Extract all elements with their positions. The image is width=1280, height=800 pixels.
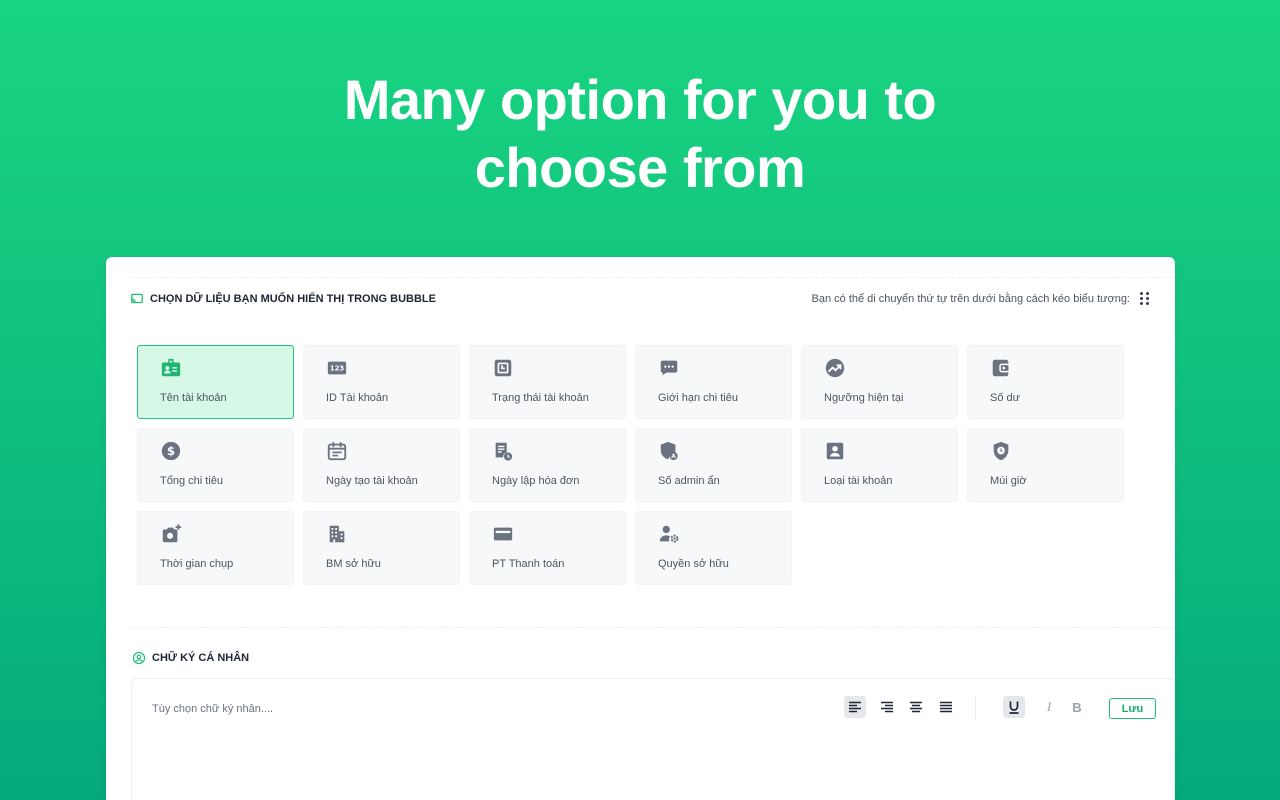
user-circle-icon <box>132 651 146 665</box>
align-left-icon <box>849 701 861 713</box>
screen-cast-icon <box>131 293 143 304</box>
field-card-spending-limit[interactable]: Giới hạn chi tiêu <box>635 345 792 419</box>
field-card-label: BM sở hữu <box>326 558 381 570</box>
number-123-icon: 123 <box>326 357 348 379</box>
field-card-account-type[interactable]: Loại tài khoản <box>801 428 958 502</box>
drag-handle-icon[interactable] <box>1140 292 1149 305</box>
align-center-button[interactable] <box>905 696 927 718</box>
field-card-label: Quyền sở hữu <box>658 558 729 570</box>
divider <box>130 277 1175 278</box>
section-data-display-header: CHỌN DỮ LIỆU BẠN MUỐN HIỂN THỊ TRONG BUB… <box>130 292 436 306</box>
shield-user-icon <box>658 440 680 462</box>
field-card-label: ID Tài khoản <box>326 392 389 404</box>
calendar-icon <box>326 440 348 462</box>
invoice-clock-icon <box>492 440 514 462</box>
section-signature-header: CHỮ KÝ CÁ NHÂN <box>132 651 249 665</box>
chat-dots-icon <box>658 357 680 379</box>
section-data-display-title: CHỌN DỮ LIỆU BẠN MUỐN HIỂN THỊ TRONG BUB… <box>150 293 436 305</box>
align-right-icon <box>881 701 893 713</box>
field-card-created-date[interactable]: Ngày tạo tài khoản <box>303 428 460 502</box>
bold-button[interactable]: B <box>1066 696 1088 718</box>
field-card-total-spend[interactable]: $ Tổng chi tiêu <box>137 428 294 502</box>
section-signature-title: CHỮ KÝ CÁ NHÂN <box>152 652 250 664</box>
field-card-label: PT Thanh toán <box>492 558 565 570</box>
status-square-icon <box>492 357 514 379</box>
field-card-label: Múi giờ <box>990 475 1027 487</box>
underline-icon <box>1009 701 1019 714</box>
align-left-button[interactable] <box>844 696 866 718</box>
field-card-balance[interactable]: Số dư <box>967 345 1124 419</box>
drag-hint: Bạn có thể di chuyển thứ tự trên dưới bằ… <box>812 292 1149 305</box>
field-card-ownership[interactable]: Quyền sở hữu <box>635 511 792 585</box>
divider <box>130 627 1175 628</box>
field-card-account-name[interactable]: Tên tài khoản <box>137 345 294 419</box>
building-icon <box>326 523 348 545</box>
field-card-timezone[interactable]: Múi giờ <box>967 428 1124 502</box>
svg-text:$: $ <box>167 444 175 458</box>
field-card-current-threshold[interactable]: Ngưỡng hiện tại <box>801 345 958 419</box>
italic-button[interactable]: I <box>1038 696 1060 718</box>
shield-clock-icon <box>990 440 1012 462</box>
field-card-payment-method[interactable]: PT Thanh toán <box>469 511 626 585</box>
hero-line-2: choose from <box>474 136 806 199</box>
field-card-label: Số dư <box>990 392 1020 404</box>
field-card-label: Loại tài khoản <box>824 475 893 487</box>
field-card-hidden-admins[interactable]: Số admin ẩn <box>635 428 792 502</box>
data-field-grid: Tên tài khoản 123 ID Tài khoản Trạng thá… <box>137 345 1124 585</box>
field-card-label: Tên tài khoản <box>160 392 227 404</box>
field-card-label: Ngưỡng hiện tại <box>824 392 904 404</box>
bold-icon: B <box>1072 699 1082 715</box>
italic-icon: I <box>1046 699 1052 714</box>
dollar-circle-icon: $ <box>160 440 182 462</box>
align-right-button[interactable] <box>876 696 898 718</box>
svg-text:123: 123 <box>330 365 345 373</box>
signature-editor[interactable]: Tùy chọn chữ ký nhân.... I B Lưu <box>131 678 1175 800</box>
trending-chart-icon <box>824 357 846 379</box>
signature-placeholder: Tùy chọn chữ ký nhân.... <box>152 703 274 715</box>
camera-plus-icon <box>160 523 182 545</box>
credit-card-icon <box>492 523 514 545</box>
field-card-owner-bm[interactable]: BM sở hữu <box>303 511 460 585</box>
settings-panel: CHỌN DỮ LIỆU BẠN MUỐN HIỂN THỊ TRONG BUB… <box>106 257 1175 800</box>
field-card-label: Ngày lập hóa đơn <box>492 475 580 487</box>
field-card-capture-time[interactable]: Thời gian chụp <box>137 511 294 585</box>
hero-heading: Many option for you to choose from <box>0 66 1280 202</box>
drag-hint-text: Bạn có thể di chuyển thứ tự trên dưới bằ… <box>811 292 1130 305</box>
field-card-account-status[interactable]: Trạng thái tài khoản <box>469 345 626 419</box>
align-justify-button[interactable] <box>935 696 957 718</box>
toolbar-separator <box>975 696 976 720</box>
field-card-label: Tổng chi tiêu <box>160 475 223 487</box>
field-card-label: Thời gian chụp <box>160 558 234 570</box>
align-justify-icon <box>940 701 952 713</box>
field-card-billing-date[interactable]: Ngày lập hóa đơn <box>469 428 626 502</box>
field-card-label: Ngày tạo tài khoản <box>326 475 418 487</box>
underline-button[interactable] <box>1003 696 1025 718</box>
wallet-icon <box>990 357 1012 379</box>
field-card-label: Số admin ẩn <box>658 475 720 487</box>
field-card-account-id[interactable]: 123 ID Tài khoản <box>303 345 460 419</box>
id-badge-icon <box>160 357 182 379</box>
field-card-label: Trạng thái tài khoản <box>492 392 589 404</box>
hero-line-1: Many option for you to <box>343 68 937 131</box>
account-box-icon <box>824 440 846 462</box>
save-signature-button[interactable]: Lưu <box>1109 698 1156 719</box>
align-center-icon <box>910 701 922 713</box>
field-card-label: Giới hạn chi tiêu <box>658 392 738 404</box>
user-gear-icon <box>658 523 680 545</box>
